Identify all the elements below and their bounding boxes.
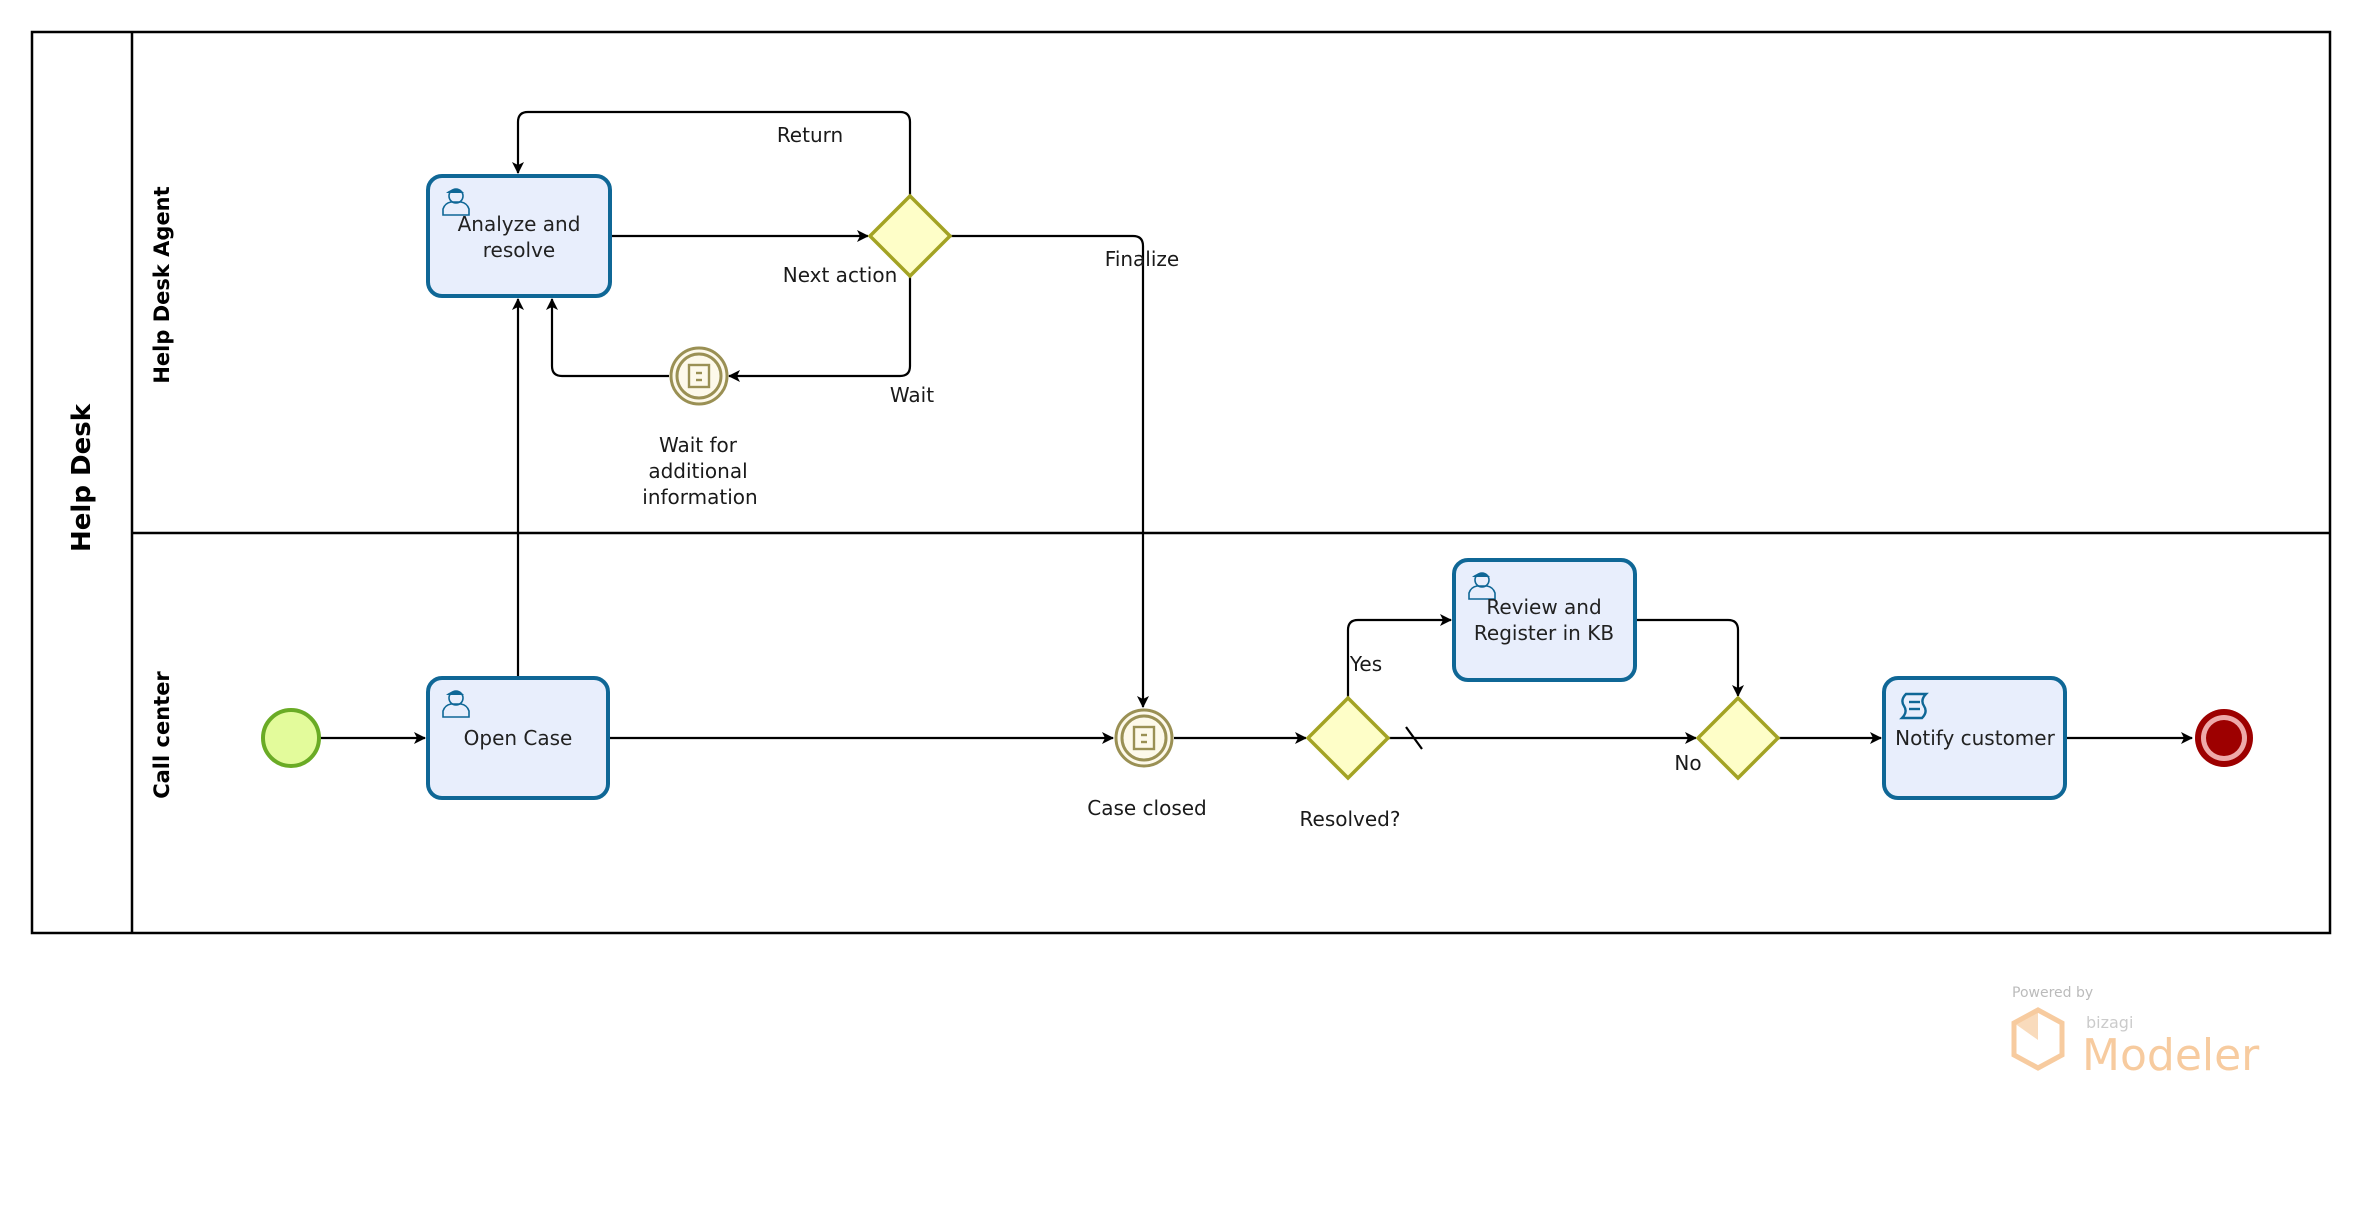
event-label-line-1: Wait for: [659, 433, 738, 457]
flow-label-wait: Wait: [890, 383, 934, 407]
task-label: Notify customer: [1895, 726, 2055, 750]
watermark-powered-by: Powered by: [2012, 985, 2093, 1001]
flow-label-return: Return: [777, 123, 843, 147]
lane-label-callcenter: Call center: [150, 671, 174, 799]
pool-label: Help Desk: [67, 403, 97, 552]
lane-help-desk-agent[interactable]: Help Desk Agent: [150, 186, 174, 383]
task-review-and-register[interactable]: Review and Register in KB: [1452, 558, 1637, 682]
task-label: Open Case: [464, 726, 573, 750]
bizagi-watermark: Powered by bizagi Modeler: [2011, 985, 2260, 1081]
lane-label-agent: Help Desk Agent: [150, 186, 174, 383]
watermark-brand-big: Modeler: [2082, 1030, 2260, 1081]
end-event[interactable]: [2195, 709, 2253, 767]
bpmn-diagram: Help Desk Help Desk Agent Call center Re…: [30, 30, 2332, 1081]
event-label-line-3: information: [642, 485, 757, 509]
task-analyze-and-resolve[interactable]: Analyze and resolve: [426, 174, 612, 298]
task-notify-customer[interactable]: Notify customer: [1882, 676, 2067, 800]
flow-label-finalize: Finalize: [1105, 247, 1179, 271]
bizagi-logo-icon: [2011, 1007, 2065, 1071]
task-label-line-2: resolve: [483, 238, 555, 262]
task-label-line-1: Analyze and: [458, 212, 581, 236]
gateway-label-next-action: Next action: [783, 263, 898, 287]
flow-label-yes: Yes: [1349, 652, 1382, 676]
event-label-line-2: additional: [648, 459, 747, 483]
flow-label-no: No: [1674, 751, 1701, 775]
start-event[interactable]: [261, 708, 321, 768]
task-open-case[interactable]: Open Case: [426, 676, 610, 800]
lane-call-center[interactable]: Call center: [150, 671, 174, 799]
event-label: Case closed: [1087, 796, 1207, 820]
task-label-line-2: Register in KB: [1474, 621, 1614, 645]
gateway-label-resolved: Resolved?: [1300, 807, 1401, 831]
task-label-line-1: Review and: [1486, 595, 1601, 619]
